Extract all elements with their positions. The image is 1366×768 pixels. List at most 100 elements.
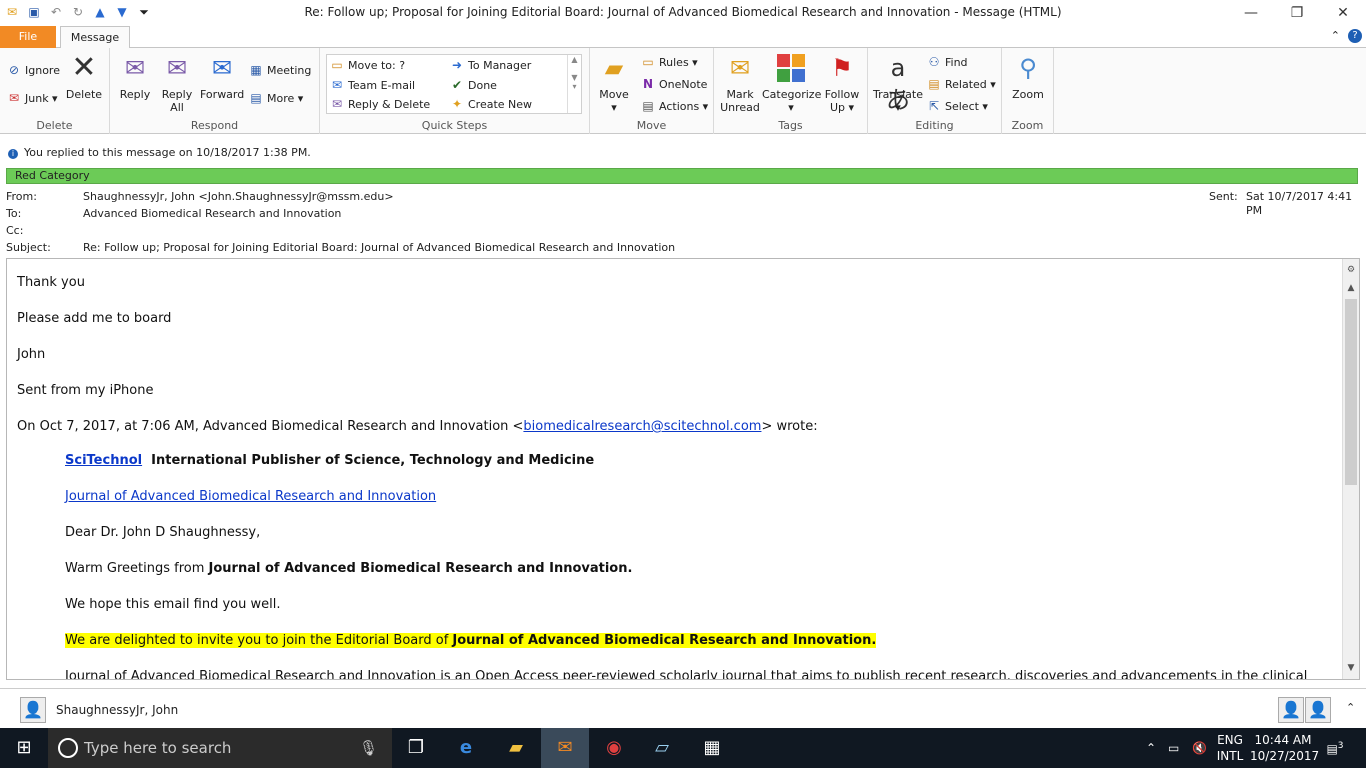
editing-group-label: Editing bbox=[915, 119, 954, 132]
chrome-icon[interactable]: ◉ bbox=[590, 728, 638, 768]
body-line: John bbox=[17, 347, 46, 362]
redo-icon[interactable]: ↻ bbox=[70, 4, 86, 20]
to-manager-step[interactable]: ➜ To Manager bbox=[449, 57, 531, 74]
scrollbar-thumb[interactable] bbox=[1345, 299, 1357, 485]
quick-steps-scroll[interactable]: ▲ ▼ ▾ bbox=[567, 55, 581, 113]
find-button[interactable]: ⚇ Find bbox=[926, 54, 968, 71]
notepad-icon[interactable]: ▱ bbox=[638, 728, 686, 768]
microphone-icon[interactable]: 🎙 bbox=[359, 728, 378, 768]
body-line: Sent from my iPhone bbox=[17, 383, 154, 398]
reply-delete-step[interactable]: ✉ Reply & Delete bbox=[329, 96, 430, 113]
junk-button[interactable]: ✉ Junk ▾ bbox=[6, 90, 58, 107]
scroll-settings-icon[interactable]: ⚙ bbox=[1343, 265, 1359, 275]
journal-link[interactable]: Journal of Advanced Biomedical Research … bbox=[65, 489, 436, 504]
to-manager-icon: ➜ bbox=[451, 58, 463, 72]
reply-all-button[interactable]: ✉ Reply All bbox=[158, 52, 196, 114]
zoom-button[interactable]: ⚲ Zoom bbox=[1008, 52, 1048, 101]
notification-center-icon[interactable]: ▤3 bbox=[1324, 738, 1346, 757]
done-step[interactable]: ✔ Done bbox=[449, 77, 497, 94]
follow-up-button[interactable]: ⚑ Follow Up ▾ bbox=[822, 52, 862, 114]
zoom-group: ⚲ Zoom Zoom bbox=[1002, 48, 1054, 134]
subject-value: Re: Follow up; Proposal for Joining Edit… bbox=[83, 241, 676, 254]
delete-group-label: Delete bbox=[36, 119, 73, 132]
task-view-icon[interactable]: ❐ bbox=[392, 728, 440, 768]
related-button[interactable]: ▤ Related ▾ bbox=[926, 76, 995, 93]
edge-icon[interactable]: e bbox=[442, 728, 490, 768]
message-body[interactable]: Thank you Please add me to board John Se… bbox=[6, 258, 1360, 680]
meeting-button[interactable]: ▦ Meeting bbox=[248, 62, 311, 79]
team-email-icon: ✉ bbox=[331, 78, 343, 92]
chevron-up-icon[interactable]: ⌃ bbox=[1146, 740, 1156, 756]
minimize-button[interactable]: — bbox=[1228, 0, 1274, 26]
category-bar: Red Category bbox=[6, 168, 1358, 184]
taskbar-search[interactable]: Type here to search 🎙 bbox=[48, 728, 392, 768]
translate-button[interactable]: aあ Translate ▾ bbox=[872, 52, 924, 114]
more-button[interactable]: ▤ More ▾ bbox=[248, 90, 303, 107]
save-icon[interactable]: ▣ bbox=[26, 4, 42, 20]
quick-access-toolbar: ✉ ▣ ↶ ↻ ▲ ▼ ⏷ bbox=[4, 4, 152, 20]
tab-message[interactable]: Message bbox=[60, 26, 130, 49]
onenote-button[interactable]: N OneNote bbox=[640, 76, 707, 93]
respond-group: ✉ Reply ✉ Reply All ✉ Forward ▦ Meeting ▤ More… bbox=[110, 48, 320, 134]
sent-value: Sat 10/7/2017 4:41 PM bbox=[1246, 190, 1353, 217]
windows-start-icon[interactable]: ⊞ bbox=[0, 728, 48, 768]
people-name[interactable]: ShaughnessyJr, John bbox=[56, 703, 178, 717]
cortana-circle-icon bbox=[58, 738, 78, 758]
move-to-step[interactable]: ▭ Move to: ? bbox=[329, 57, 405, 74]
greeting-line: Warm Greetings from Journal of Advanced … bbox=[65, 561, 633, 576]
invite-line: We are delighted to invite you to join t… bbox=[65, 633, 877, 648]
move-group: ▰ Move ▾ ▭ Rules ▾ N OneNote ▤ Actions ▾ Move bbox=[590, 48, 714, 134]
restore-button[interactable]: ❐ bbox=[1274, 0, 1320, 26]
volume-muted-icon[interactable]: 🔇 bbox=[1192, 740, 1207, 756]
collapse-ribbon-icon[interactable]: ⌃ bbox=[1331, 29, 1340, 43]
vertical-scrollbar[interactable]: ⚙ ▲ ▼ bbox=[1342, 259, 1359, 679]
network-icon[interactable]: ▭ bbox=[1168, 740, 1179, 756]
avatar[interactable]: 👤 bbox=[1278, 697, 1304, 723]
subject-label: Subject: bbox=[6, 241, 51, 254]
forward-button[interactable]: ✉ Forward bbox=[200, 52, 244, 101]
delete-button[interactable]: ✕ Delete bbox=[64, 52, 104, 102]
from-value[interactable]: ShaughnessyJr, John <John.ShaughnessyJr@… bbox=[83, 190, 394, 204]
tags-group: ✉ Mark Unread Categorize ▾ ⚑ Follow Up ▾ Tags bbox=[714, 48, 868, 134]
quick-steps-gallery: ▭ Move to: ? ✉ Team E-mail ✉ Reply & Delete… bbox=[326, 54, 582, 114]
reply-icon: ✉ bbox=[124, 54, 146, 82]
expand-people-icon[interactable]: ⌃ bbox=[1346, 701, 1355, 715]
up-arrow-icon[interactable]: ▲ bbox=[92, 4, 108, 20]
scroll-down-icon[interactable]: ▼ bbox=[1343, 663, 1359, 673]
undo-icon[interactable]: ↶ bbox=[48, 4, 64, 20]
delete-group: ⊘ Ignore ✉ Junk ▾ ✕ Delete Delete bbox=[0, 48, 110, 134]
help-icon[interactable]: ? bbox=[1348, 29, 1362, 43]
move-button[interactable]: ▰ Move ▾ bbox=[596, 52, 632, 114]
create-new-step[interactable]: ✦ Create New bbox=[449, 96, 532, 113]
to-value[interactable]: Advanced Biomedical Research and Innovat… bbox=[83, 207, 341, 221]
outlook-icon[interactable]: ✉ bbox=[541, 728, 589, 768]
ignore-button[interactable]: ⊘ Ignore bbox=[6, 62, 60, 79]
close-button[interactable]: ✕ bbox=[1320, 0, 1366, 26]
mark-unread-button[interactable]: ✉ Mark Unread bbox=[718, 52, 762, 114]
customize-qat-icon[interactable]: ⏷ bbox=[136, 4, 152, 20]
avatar[interactable]: 👤 bbox=[1305, 697, 1331, 723]
tab-file[interactable]: File bbox=[0, 26, 56, 48]
reply-delete-icon: ✉ bbox=[331, 97, 343, 111]
junk-icon: ✉ bbox=[8, 91, 20, 105]
team-email-step[interactable]: ✉ Team E-mail bbox=[329, 77, 415, 94]
from-label: From: bbox=[6, 190, 37, 203]
sender-email-link[interactable]: biomedicalresearch@scitechnol.com bbox=[523, 419, 761, 434]
calculator-icon[interactable]: ▦ bbox=[688, 728, 736, 768]
file-explorer-icon[interactable]: ▰ bbox=[492, 728, 540, 768]
scroll-up-icon[interactable]: ▲ bbox=[1343, 283, 1359, 293]
avatar[interactable]: 👤 bbox=[20, 697, 46, 723]
reply-all-icon: ✉ bbox=[166, 54, 188, 82]
info-bar: i You replied to this message on 10/18/20… bbox=[0, 134, 1366, 166]
replied-notice[interactable]: i You replied to this message on 10/18/20… bbox=[8, 146, 311, 159]
window-title: Re: Follow up; Proposal for Joining Edit… bbox=[304, 5, 1062, 19]
reply-button[interactable]: ✉ Reply bbox=[116, 52, 154, 101]
rules-button[interactable]: ▭ Rules ▾ bbox=[640, 54, 697, 71]
categorize-button[interactable]: Categorize ▾ bbox=[762, 52, 821, 114]
select-button[interactable]: ⇱ Select ▾ bbox=[926, 98, 988, 115]
down-arrow-icon[interactable]: ▼ bbox=[114, 4, 130, 20]
scitechnol-link[interactable]: SciTechnol bbox=[65, 453, 142, 468]
language-indicator[interactable]: ENG INTL bbox=[1216, 732, 1244, 764]
actions-button[interactable]: ▤ Actions ▾ bbox=[640, 98, 708, 115]
clock[interactable]: 10:44 AM 10/27/2017 bbox=[1250, 732, 1319, 764]
